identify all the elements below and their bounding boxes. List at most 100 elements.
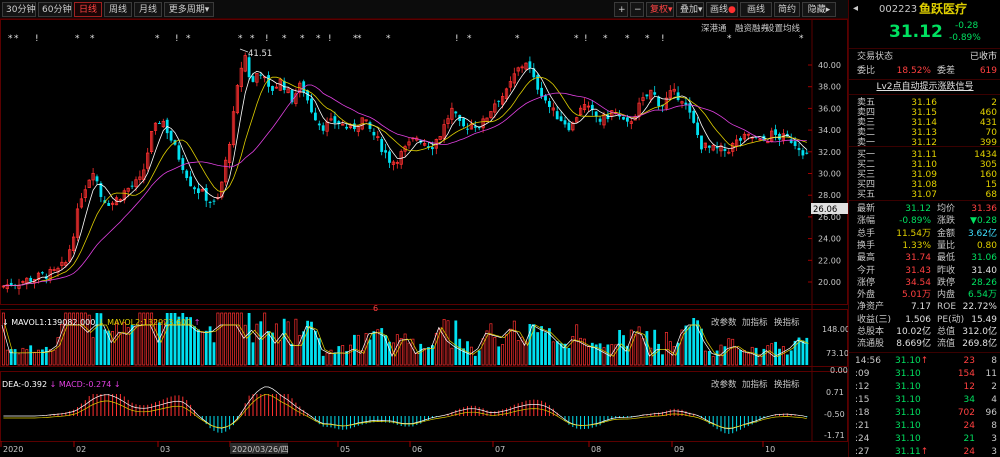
date-label: 08 xyxy=(591,445,601,454)
draw-line-button[interactable]: 画线● xyxy=(706,2,738,17)
volume-bar-down xyxy=(715,350,719,365)
volume-bar-up xyxy=(5,349,9,366)
volume-bar-up xyxy=(278,340,282,366)
kline-chart-svg[interactable]: * *! * * *! * * *! * * *! * * *! * * *! * * *! * *6 40.0038.0… xyxy=(0,19,848,457)
volume-bar-up xyxy=(735,346,739,366)
macd-down-arrow-icon: ↓ xyxy=(114,380,121,389)
candle-down xyxy=(197,188,200,194)
stat-label: 涨幅 xyxy=(857,216,876,227)
period-weekly-button[interactable]: 周线 xyxy=(104,2,132,17)
stock-code: 002223 xyxy=(879,4,918,15)
volume-bar-up xyxy=(512,320,516,366)
macd-edit-params-link[interactable]: 改参数 xyxy=(711,379,737,390)
tick-row: :27 31.11↑ 24 3 xyxy=(849,446,1000,457)
status-value: 已收市 xyxy=(969,52,997,62)
vol-switch-indicator-link[interactable]: 换指标 xyxy=(774,317,800,328)
candle-down xyxy=(177,145,181,160)
tick-row: :24 31.10 21 3 xyxy=(849,433,1000,445)
l2-signal-link[interactable]: Lv2点自动提示涨跌信号 xyxy=(849,81,1000,93)
tick-time: 14:56 xyxy=(855,356,881,366)
mavol1-arrow-icon: ↓ xyxy=(2,318,11,327)
simple-mode-button[interactable]: 简约 xyxy=(774,2,800,17)
tick-volume: 12 xyxy=(963,382,975,392)
date-label: 07 xyxy=(495,445,505,454)
volume-bar-up xyxy=(349,344,352,366)
stats-row: 涨幅 -0.89% 涨跌 ▼0.28 xyxy=(849,215,1000,227)
draw-tool-button[interactable]: 画线 xyxy=(740,2,772,17)
more-periods-dropdown[interactable]: 更多周期▾ xyxy=(164,2,214,17)
candle-down xyxy=(247,57,251,78)
volume-bar-up xyxy=(524,341,528,366)
info-star-icon: ! xyxy=(175,34,179,44)
date-label: 09 xyxy=(674,445,684,454)
hide-panel-button[interactable]: 隐藏▸ xyxy=(802,2,836,17)
macd-histogram xyxy=(3,386,808,434)
candle-down xyxy=(345,126,348,129)
volume-bar-up xyxy=(341,345,345,366)
zoom-in-button[interactable]: + xyxy=(614,2,628,17)
info-star-icon: * xyxy=(357,34,362,44)
overlay-dropdown[interactable]: 叠加▾ xyxy=(676,2,704,17)
candle-down xyxy=(598,118,602,122)
more-periods-label: 更多周期 xyxy=(168,5,205,15)
vol-add-indicator-link[interactable]: 加指标 xyxy=(742,317,768,328)
macd-switch-indicator-link[interactable]: 换指标 xyxy=(774,379,800,390)
tick-price: 31.10 xyxy=(895,433,935,445)
volume-bar-up xyxy=(415,353,419,366)
macd-tick-low: -1.71 xyxy=(824,431,845,440)
price-tick-label: 40.00 xyxy=(818,61,841,70)
info-star-icon: * xyxy=(645,34,650,44)
tick-price-value: 31.10 xyxy=(895,395,921,405)
candle-down xyxy=(193,187,196,190)
volume-bar-up xyxy=(134,326,138,366)
candle-down xyxy=(185,170,189,179)
volume-bar-down xyxy=(44,346,48,365)
info-star-icon: * xyxy=(155,34,160,44)
volume-bar-up xyxy=(239,312,243,366)
back-arrow-icon[interactable]: ◂ xyxy=(853,3,863,15)
candle-down xyxy=(169,130,173,141)
period-daily-button[interactable]: 日线 xyxy=(74,2,102,17)
info-star-icon: ! xyxy=(265,34,269,44)
candle-down xyxy=(801,150,805,156)
stat-label: 内盘 xyxy=(937,290,956,301)
stat-value: 8.669亿 xyxy=(896,339,931,350)
period-30min-button[interactable]: 30分钟 xyxy=(2,2,36,17)
tick-time: :09 xyxy=(855,369,870,379)
volume-bar-up xyxy=(228,312,232,366)
volume-bar-down xyxy=(497,346,501,365)
candle-down xyxy=(208,201,212,203)
period-monthly-button[interactable]: 月线 xyxy=(134,2,162,17)
volume-bar-down xyxy=(707,351,711,365)
ask-level-row[interactable]: 卖一 31.12 399 xyxy=(849,137,1000,149)
volume-bar-up xyxy=(664,331,668,366)
volume-bar-up xyxy=(294,318,298,366)
zoom-out-button[interactable]: − xyxy=(630,2,644,17)
candle-down xyxy=(259,74,263,76)
stats-row: 净资产 7.17 ROE 22.72% xyxy=(849,301,1000,313)
tick-count: 4 xyxy=(991,395,997,405)
macd-add-indicator-link[interactable]: 加指标 xyxy=(742,379,768,390)
info-star-icon: ! xyxy=(455,34,459,44)
mavol2-value: MAVOL2:132923.600 xyxy=(107,318,191,327)
stat-value: 31.12 xyxy=(905,204,931,214)
volume-bar-up xyxy=(742,350,746,366)
stat-value: 15.49 xyxy=(971,314,997,325)
stat-value: 7.17 xyxy=(910,302,931,313)
margin-trading-link[interactable]: 融资融券 xyxy=(735,23,770,34)
volume-bar-down xyxy=(454,320,458,365)
max-price-label: 41.51 xyxy=(248,49,272,59)
ma-settings-link[interactable]: 设置均线 xyxy=(766,23,801,34)
current-price-tag: 26.06 xyxy=(813,205,837,215)
period-60min-button[interactable]: 60分钟 xyxy=(38,2,72,17)
volume-bar-up xyxy=(274,323,278,366)
l2-signal-text[interactable]: Lv2点自动提示涨跌信号 xyxy=(876,82,973,92)
stats-row: 最高 31.74 最低 31.06 xyxy=(849,252,1000,264)
hk-connect-link[interactable]: 深港通 xyxy=(701,23,727,34)
fuquan-dropdown[interactable]: 复权▾ xyxy=(646,2,674,17)
price-tick-label: 28.00 xyxy=(818,191,841,200)
vol-edit-params-link[interactable]: 改参数 xyxy=(711,317,737,328)
kline-chart-area[interactable]: * *! * * *! * * *! * * *! * * *! * * *! * * *! * * 6 40.00 38.0… xyxy=(0,19,848,457)
tick-time: :18 xyxy=(855,408,870,418)
date-label: 05 xyxy=(340,445,350,454)
